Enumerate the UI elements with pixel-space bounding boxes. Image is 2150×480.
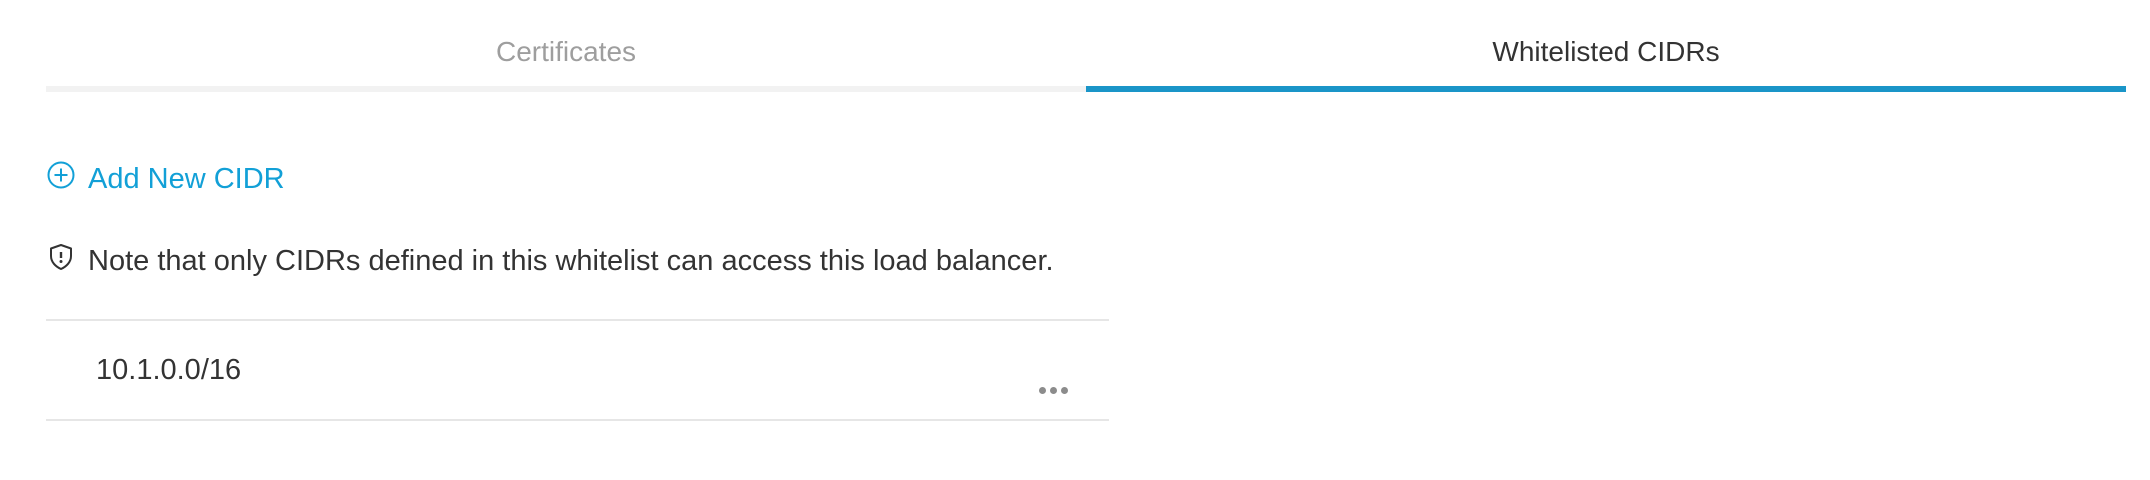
whitelist-note: Note that only CIDRs defined in this whi…	[46, 242, 1054, 280]
tab-certificates-underline	[46, 86, 1086, 92]
cidr-value: 10.1.0.0/16	[96, 354, 242, 386]
cidr-list: 10.1.0.0/16	[46, 319, 1109, 421]
more-dot	[1039, 387, 1046, 394]
shield-icon	[46, 242, 76, 280]
more-dot	[1061, 387, 1068, 394]
list-item: 10.1.0.0/16	[46, 321, 1109, 419]
more-horizontal-icon[interactable]	[1035, 383, 1072, 398]
tab-certificates-label: Certificates	[495, 36, 637, 67]
whitelist-note-text: Note that only CIDRs defined in this whi…	[88, 244, 1054, 277]
more-dot	[1050, 387, 1057, 394]
add-new-cidr-label: Add New CIDR	[88, 162, 285, 195]
tab-whitelisted-cidrs[interactable]: Whitelisted CIDRs	[1086, 0, 2126, 92]
tab-bar: Certificates Whitelisted CIDRs	[46, 0, 2126, 92]
plus-circle-icon	[46, 160, 76, 198]
tab-whitelisted-cidrs-label: Whitelisted CIDRs	[1492, 36, 1720, 67]
add-new-cidr-button[interactable]: Add New CIDR	[46, 160, 285, 198]
tab-certificates[interactable]: Certificates	[46, 0, 1086, 92]
tab-whitelisted-cidrs-underline	[1086, 86, 2126, 92]
